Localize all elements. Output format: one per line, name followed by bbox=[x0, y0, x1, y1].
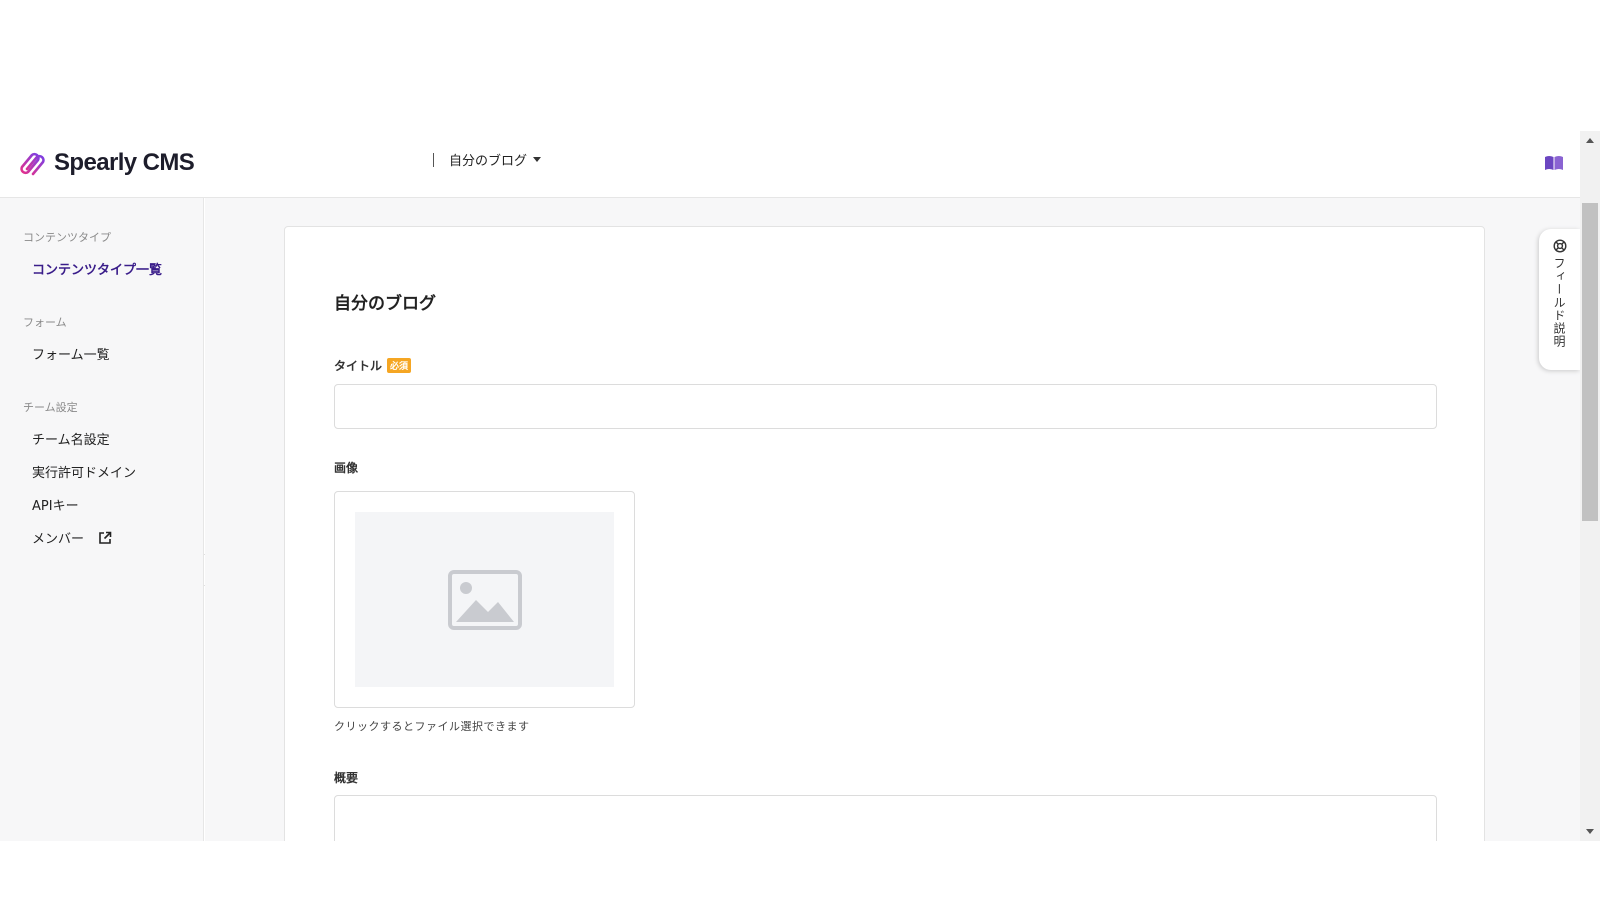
sidebar-item-label: コンテンツタイプ一覧 bbox=[32, 263, 163, 278]
logo[interactable]: Spearly CMS bbox=[16, 147, 195, 179]
sidebar-item-allowed-domains[interactable]: 実行許可ドメイン bbox=[32, 462, 136, 481]
scroll-up-icon[interactable] bbox=[1586, 138, 1594, 143]
title-field-label: タイトル 必須 bbox=[334, 357, 412, 374]
title-input[interactable] bbox=[334, 384, 1437, 429]
page-scrollbar[interactable] bbox=[1580, 131, 1600, 841]
image-placeholder bbox=[355, 512, 614, 687]
book-icon[interactable] bbox=[1544, 155, 1564, 171]
blog-selector[interactable]: 自分のブログ bbox=[449, 150, 542, 169]
sidebar-item-label: APIキー bbox=[32, 499, 79, 514]
page-title: 自分のブログ bbox=[334, 294, 436, 314]
sidebar-item-label: チーム名設定 bbox=[32, 433, 110, 448]
spearly-logo-icon bbox=[20, 152, 45, 176]
top-header: Spearly CMS 自分のブログ bbox=[0, 131, 1580, 198]
field-help-label: フィールド説明 bbox=[1552, 257, 1566, 348]
image-field-label: 画像 bbox=[334, 461, 359, 475]
sidebar-section-team-settings: チーム設定 bbox=[23, 401, 78, 414]
sidebar-item-members[interactable]: メンバー bbox=[32, 528, 112, 547]
image-placeholder-icon bbox=[447, 569, 522, 630]
app-window: Spearly CMS 自分のブログ コンテンツタイプ コンテンツタイプ一覧 フ… bbox=[0, 131, 1600, 841]
summary-field-label: 概要 bbox=[334, 771, 359, 785]
caret-down-icon bbox=[533, 157, 542, 162]
sidebar-item-label: 実行許可ドメイン bbox=[32, 466, 137, 481]
main-content: 自分のブログ タイトル 必須 画像 クリックするとファイル選択できます 概要 bbox=[205, 198, 1580, 841]
summary-input[interactable] bbox=[334, 795, 1437, 841]
sidebar-item-form-list[interactable]: フォーム一覧 bbox=[32, 344, 110, 363]
sidebar-item-content-type-list[interactable]: コンテンツタイプ一覧 bbox=[32, 259, 162, 278]
entry-form-card: 自分のブログ タイトル 必須 画像 クリックするとファイル選択できます 概要 bbox=[284, 226, 1485, 841]
sidebar-section-forms: フォーム bbox=[23, 316, 67, 329]
sidebar-item-label: フォーム一覧 bbox=[32, 348, 110, 363]
lifebuoy-icon bbox=[1552, 239, 1567, 253]
blog-selector-label: 自分のブログ bbox=[449, 154, 528, 169]
sidebar-item-team-name[interactable]: チーム名設定 bbox=[32, 429, 110, 448]
header-divider bbox=[433, 153, 434, 167]
sidebar-item-api-key[interactable]: APIキー bbox=[32, 495, 79, 514]
sidebar-section-content-types: コンテンツタイプ bbox=[23, 231, 111, 244]
scroll-down-icon[interactable] bbox=[1586, 829, 1594, 834]
scroll-thumb[interactable] bbox=[1582, 203, 1598, 521]
image-hint: クリックするとファイル選択できます bbox=[334, 720, 530, 733]
sidebar: コンテンツタイプ コンテンツタイプ一覧 フォーム フォーム一覧 チーム設定 チー… bbox=[0, 198, 204, 841]
required-badge: 必須 bbox=[387, 358, 412, 373]
title-label-text: タイトル bbox=[334, 359, 383, 373]
image-upload-area[interactable] bbox=[334, 491, 635, 708]
sidebar-item-label: メンバー bbox=[32, 532, 85, 547]
logo-text: Spearly CMS bbox=[54, 149, 195, 176]
field-help-tab[interactable]: フィールド説明 bbox=[1539, 229, 1580, 370]
external-link-icon bbox=[99, 531, 112, 544]
